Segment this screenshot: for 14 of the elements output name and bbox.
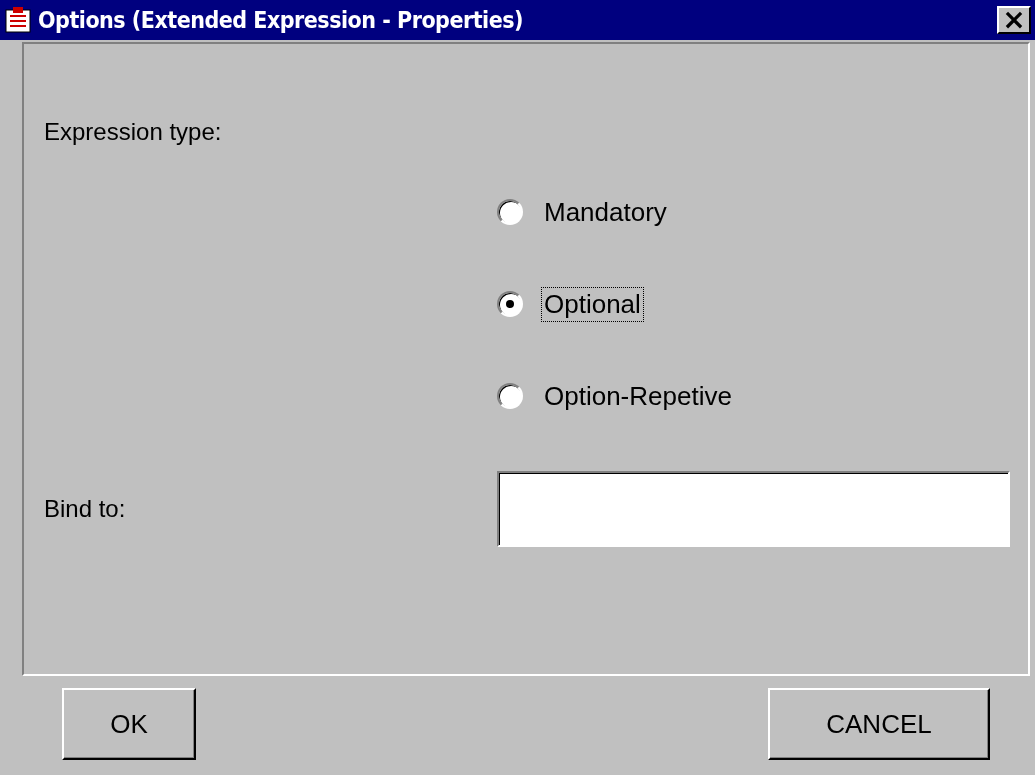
field-label: Expression type: — [44, 118, 223, 146]
radio-button[interactable] — [497, 383, 523, 409]
app-icon — [4, 6, 32, 34]
radio-label[interactable]: Optional — [541, 286, 644, 322]
close-button[interactable]: × — [997, 6, 1031, 34]
dialog-button[interactable]: OK — [62, 688, 196, 760]
window-title: Options (Extended Expression - Properties) — [38, 7, 524, 33]
radio-label[interactable]: Mandatory — [541, 194, 670, 230]
input-field[interactable] — [497, 471, 1010, 547]
radio-label[interactable]: Option-Repetive — [541, 378, 735, 414]
radio-button[interactable] — [497, 291, 523, 317]
dialog-button[interactable]: CANCEL — [768, 688, 990, 760]
radio-button[interactable] — [497, 199, 523, 225]
field-label: Bind to: — [44, 495, 127, 523]
